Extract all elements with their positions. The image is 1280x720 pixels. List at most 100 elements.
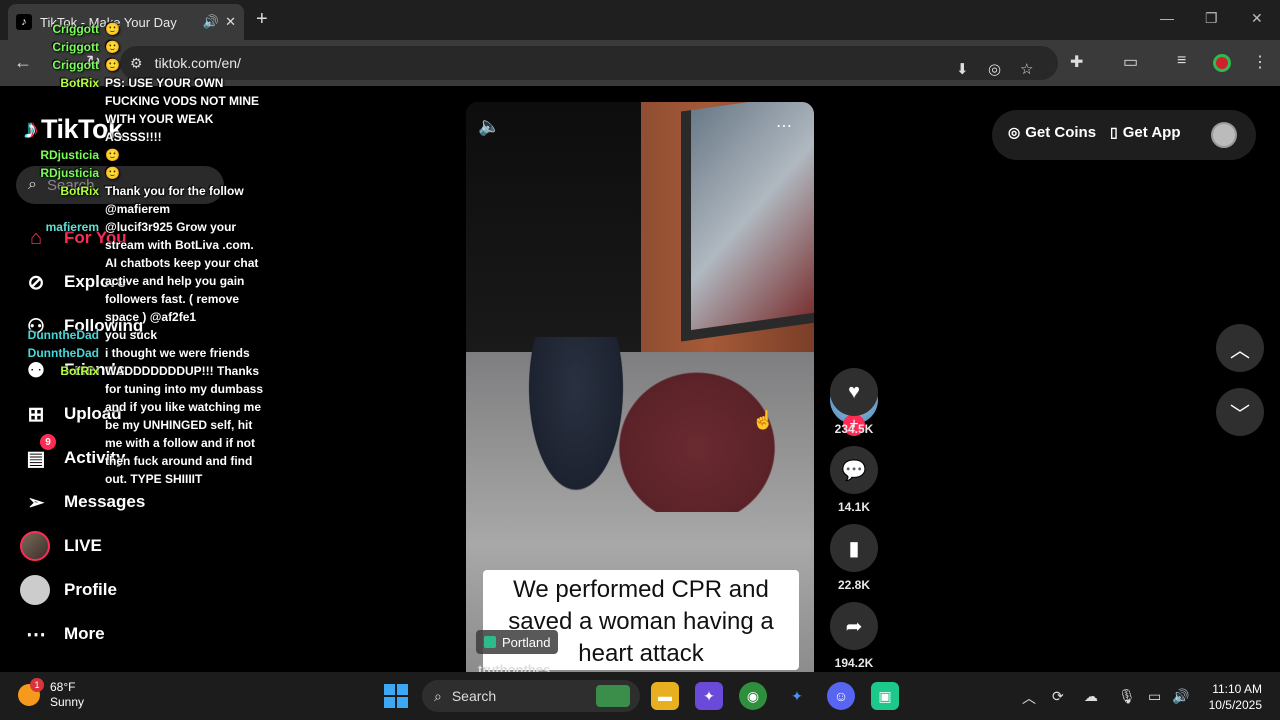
chat-message: RDjusticia 🙂 [0,146,280,164]
video-frame-doorway [466,102,641,362]
discord-icon[interactable]: ☺ [827,682,855,710]
chat-username: RDjusticia [40,148,99,162]
like-count: 234.5K [834,422,874,436]
bookmark-icon[interactable]: ▮ [830,524,878,572]
chat-username: RDjusticia [40,166,99,180]
video-more-icon[interactable]: ⋯ [776,116,792,136]
chat-text: PS: USE YOUR OWN FUCKING VODS NOT MINE W… [105,76,260,144]
live-avatar [20,531,50,561]
taskbar-search[interactable]: ⌕ Search [422,680,640,712]
chat-message: BotRix WADDDDDDDUP!!! Thanks for tuning i… [0,362,280,488]
tab-search-icon[interactable]: ▭ [1123,52,1138,72]
chat-username: Criggott [52,58,99,72]
video-caption: We performed CPR and saved a woman havin… [483,570,799,670]
chat-message: Criggott 🙂 [0,20,280,38]
chat-text: @lucif3r925 Grow your stream with BotLiv… [105,220,259,324]
chat-text: WADDDDDDDUP!!! Thanks for tuning into my… [105,364,263,486]
chat-username: DunntheDad [27,346,99,360]
heart-icon[interactable]: ♥ [830,368,878,416]
cloud-error-icon[interactable]: ☁ [1084,688,1098,705]
minimize-icon[interactable]: — [1160,10,1174,26]
sidebar-item-label: LIVE [64,536,102,555]
chat-username: mafierem [45,220,99,234]
chat-message: DunntheDad you suck [0,326,280,344]
share-icon[interactable]: ➦ [830,602,878,650]
menu-kebab-icon[interactable]: ⋮ [1252,52,1268,72]
location-pin-icon [484,636,496,648]
install-app-icon[interactable]: ⬇ [956,60,969,78]
coin-icon: ◎ [1008,124,1021,140]
chat-message: BotRix Thank you for the follow @mafierem [0,182,280,218]
like-action[interactable]: ♥ 234.5K [829,368,879,436]
video-author[interactable]: truthonthes... [478,662,561,672]
sidebar-item-more[interactable]: ⋯ More [20,616,105,652]
chat-message: Criggott 🙂 [0,38,280,56]
browser-profile-icon[interactable] [1213,54,1231,72]
copilot-icon[interactable]: ✦ [695,682,723,710]
chat-message: BotRix PS: USE YOUR OWN FUCKING VODS NOT … [0,74,280,146]
location-tag[interactable]: Portland [476,630,559,654]
weather-widget[interactable]: 1 68°F Sunny [18,678,84,710]
next-video-button[interactable]: ﹀ [1216,388,1264,436]
restore-icon[interactable]: ❐ [1205,10,1218,27]
search-highlight-icon [596,685,630,707]
top-right-actions: ◎ Get Coins ▯ Get App [992,110,1256,160]
chat-text: i thought we were friends [105,346,250,360]
weather-badge: 1 [30,678,44,692]
sidebar-item-label: Profile [64,580,117,599]
chat-emote-icon: 🙂 [105,40,120,54]
chat-message: DunntheDad i thought we were friends [0,344,280,362]
eye-off-icon[interactable]: ◎ [988,60,1001,78]
window-close-icon[interactable]: ✕ [1251,10,1263,27]
save-action[interactable]: ▮ 22.8K [829,524,879,592]
get-app-label: Get App [1122,124,1181,141]
chat-username: BotRix [60,184,99,198]
file-explorer-icon[interactable]: ▬ [651,682,679,710]
gemini-icon[interactable]: ✦ [783,682,811,710]
sidebar-item-messages[interactable]: ➢ Messages [20,484,146,520]
video-frame-patient [616,352,796,512]
chat-message: mafierem @lucif3r925 Grow your stream wit… [0,218,280,326]
chevron-up-icon: ︿ [1230,339,1250,362]
previous-video-button[interactable]: ︿ [1216,324,1264,372]
windows-start-icon[interactable] [384,684,408,708]
user-avatar[interactable] [1211,122,1237,148]
video-player[interactable]: 🔈 ⋯ We performed CPR and saved a woman h… [466,102,814,672]
chat-text: Thank you for the follow @mafierem [105,184,244,216]
profile-avatar [20,575,50,605]
get-coins-button[interactable]: ◎ Get Coins [1008,124,1096,141]
chat-username: DunntheDad [27,328,99,342]
network-icon[interactable]: ▭ [1148,688,1161,705]
comment-action[interactable]: 💬 14.1K [829,446,879,514]
chat-emote-icon: 🙂 [105,148,120,162]
windows-taskbar: 1 68°F Sunny ⌕ Search ▬ ✦ ◉ ✦ ☺ ▣ ︿ ⟳ ☁ … [0,672,1280,720]
chat-text: you suck [105,328,158,342]
chat-message: RDjusticia 🙂 [0,164,280,182]
video-frame-window [681,102,814,342]
extensions-icon[interactable]: ✚ [1070,52,1083,72]
share-action[interactable]: ➦ 194.2K [829,602,879,670]
sidebar-item-profile[interactable]: Profile [20,572,117,608]
sync-icon[interactable]: ⟳ [1052,688,1064,705]
location-label: Portland [502,634,551,650]
video-frame-rescuer [521,337,631,507]
system-clock[interactable]: 11:10 AM 10/5/2025 [1200,681,1262,713]
share-count: 194.2K [834,656,874,670]
weather-temp: 68°F [50,680,76,694]
bookmark-star-icon[interactable]: ☆ [1020,60,1033,78]
volume-icon[interactable]: 🔈 [478,116,500,137]
chat-emote-icon: 🙂 [105,58,120,72]
chat-emote-icon: 🙂 [105,166,120,180]
microphone-icon[interactable]: 🎙 [1118,688,1136,705]
chevron-down-icon: ﹀ [1230,403,1250,426]
media-control-icon[interactable]: ≡ [1177,52,1186,70]
chrome-icon[interactable]: ◉ [739,682,767,710]
comment-icon[interactable]: 💬 [830,446,878,494]
send-icon: ➢ [27,491,45,514]
get-app-button[interactable]: ▯ Get App [1110,124,1181,141]
sidebar-item-live[interactable]: LIVE [20,528,102,564]
volume-tray-icon[interactable]: 🔊 [1172,688,1189,705]
app-icon[interactable]: ▣ [871,682,899,710]
taskbar-search-label: Search [451,688,497,704]
chevron-up-tray-icon[interactable]: ︿ [1022,688,1036,708]
